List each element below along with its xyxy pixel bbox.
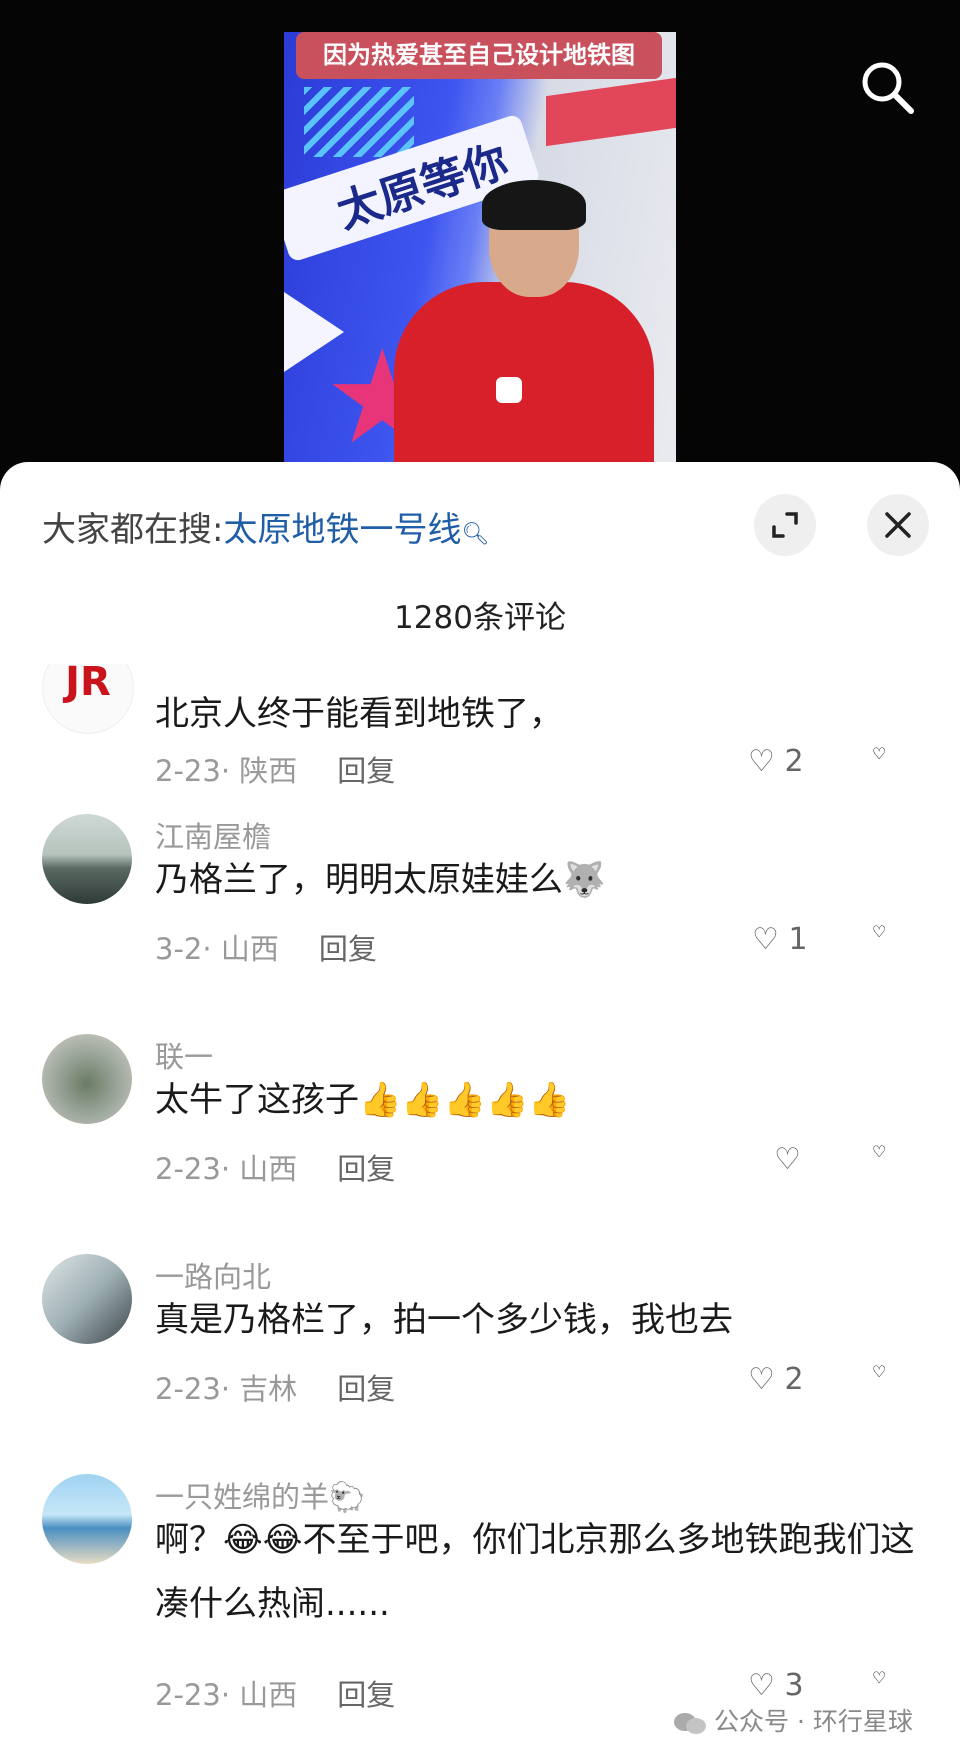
- like-button[interactable]: ♡ 2: [748, 1362, 804, 1397]
- lapel-mic: [496, 377, 522, 403]
- comment-item: 联一 太牛了这孩子👍👍👍👍👍 2-23· 山西 回复 ♡ ♡: [0, 1034, 960, 1234]
- avatar[interactable]: [42, 1474, 132, 1564]
- heart-icon: ♡: [752, 922, 779, 957]
- comment-text: 北京人终于能看到地铁了，: [155, 694, 563, 734]
- reply-button[interactable]: 回复: [319, 932, 377, 966]
- hot-search-label: 大家都在搜:: [42, 510, 224, 550]
- heart-icon: ♡: [748, 744, 775, 779]
- avatar[interactable]: [42, 1254, 132, 1344]
- avatar[interactable]: JR: [42, 664, 134, 734]
- broken-heart-icon: ♡: [872, 744, 887, 763]
- like-button[interactable]: ♡ 1: [752, 922, 808, 957]
- avatar[interactable]: [42, 814, 132, 904]
- reply-button[interactable]: 回复: [337, 754, 395, 788]
- comment-meta: 2-23· 陕西 回复: [155, 754, 396, 788]
- search-icon[interactable]: [858, 58, 916, 116]
- video-caption: 因为热爱甚至自己设计地铁图: [296, 32, 662, 79]
- comment-meta: 2-23· 吉林 回复: [155, 1372, 396, 1406]
- dislike-button[interactable]: ♡: [872, 1668, 886, 1687]
- avatar[interactable]: [42, 1034, 132, 1124]
- like-button[interactable]: ♡: [774, 1142, 801, 1177]
- boy-jacket: [394, 282, 654, 477]
- broken-heart-icon: ♡: [872, 1668, 887, 1687]
- comment-meta: 2-23· 山西 回复: [155, 1678, 396, 1712]
- comment-text: 乃格兰了，明明太原娃娃么🐺: [155, 860, 606, 900]
- dislike-button[interactable]: ♡: [872, 1362, 886, 1381]
- comment-item: 江南屋檐 乃格兰了，明明太原娃娃么🐺 3-2· 山西 回复 ♡ 1 ♡: [0, 814, 960, 1014]
- thumbs-up-emoji: 👍👍👍👍👍: [359, 1080, 571, 1120]
- wechat-icon: [674, 1713, 706, 1734]
- comment-sheet: 大家都在搜:太原地铁一号线🔍︎ 1280条评论 JR 北京人终于能看到地铁了， …: [0, 462, 960, 1761]
- hot-search[interactable]: 大家都在搜:太原地铁一号线🔍︎: [42, 502, 489, 551]
- close-icon: [885, 512, 911, 538]
- heart-icon: ♡: [748, 1668, 775, 1703]
- hot-search-keyword[interactable]: 太原地铁一号线: [223, 510, 461, 550]
- decor-stripes: [304, 87, 414, 157]
- broken-heart-icon: ♡: [872, 922, 887, 941]
- close-button[interactable]: [867, 494, 929, 556]
- decor-banner: [546, 77, 676, 147]
- comment-item: 一路向北 真是乃格栏了，拍一个多少钱，我也去 2-23· 吉林 回复 ♡ 2 ♡: [0, 1254, 960, 1454]
- comment-meta: 3-2· 山西 回复: [155, 932, 377, 966]
- comment-meta: 2-23· 山西 回复: [155, 1152, 396, 1186]
- comment-count: 1280条评论: [394, 600, 566, 636]
- comment-text: 啊？😂😂不至于吧，你们北京那么多地铁跑我们这凑什么热闹......: [155, 1520, 915, 1624]
- reply-button[interactable]: 回复: [337, 1372, 395, 1406]
- dislike-button[interactable]: ♡: [872, 744, 886, 763]
- dislike-button[interactable]: ♡: [872, 1142, 886, 1161]
- like-button[interactable]: ♡ 2: [748, 744, 804, 779]
- comment-text: 真是乃格栏了，拍一个多少钱，我也去: [155, 1300, 733, 1340]
- search-small-icon: 🔍︎: [461, 522, 490, 547]
- comment-item: JR 北京人终于能看到地铁了， 2-23· 陕西 回复 ♡ 2 ♡: [0, 664, 960, 792]
- watermark: 公众号 · 环行星球: [672, 1702, 913, 1738]
- like-button[interactable]: ♡ 3: [748, 1668, 804, 1703]
- dislike-button[interactable]: ♡: [872, 922, 886, 941]
- boy-hair: [482, 180, 586, 230]
- heart-icon: ♡: [748, 1362, 775, 1397]
- reply-button[interactable]: 回复: [337, 1678, 395, 1712]
- broken-heart-icon: ♡: [872, 1142, 887, 1161]
- expand-button[interactable]: [754, 494, 816, 556]
- heart-icon: ♡: [774, 1142, 801, 1177]
- video-frame[interactable]: 太原等你 ★: [284, 32, 676, 477]
- expand-icon: [772, 512, 798, 538]
- video-player[interactable]: 太原等你 ★ 因为热爱甚至自己设计地铁图: [0, 0, 960, 500]
- comment-list[interactable]: JR 北京人终于能看到地铁了， 2-23· 陕西 回复 ♡ 2 ♡ 江南屋檐 乃格…: [0, 664, 960, 1761]
- comment-text: 太牛了这孩子👍👍👍👍👍: [155, 1080, 571, 1120]
- wolf-emoji: 🐺: [563, 860, 606, 900]
- svg-text:JR: JR: [62, 664, 111, 705]
- broken-heart-icon: ♡: [872, 1362, 887, 1381]
- reply-button[interactable]: 回复: [337, 1152, 395, 1186]
